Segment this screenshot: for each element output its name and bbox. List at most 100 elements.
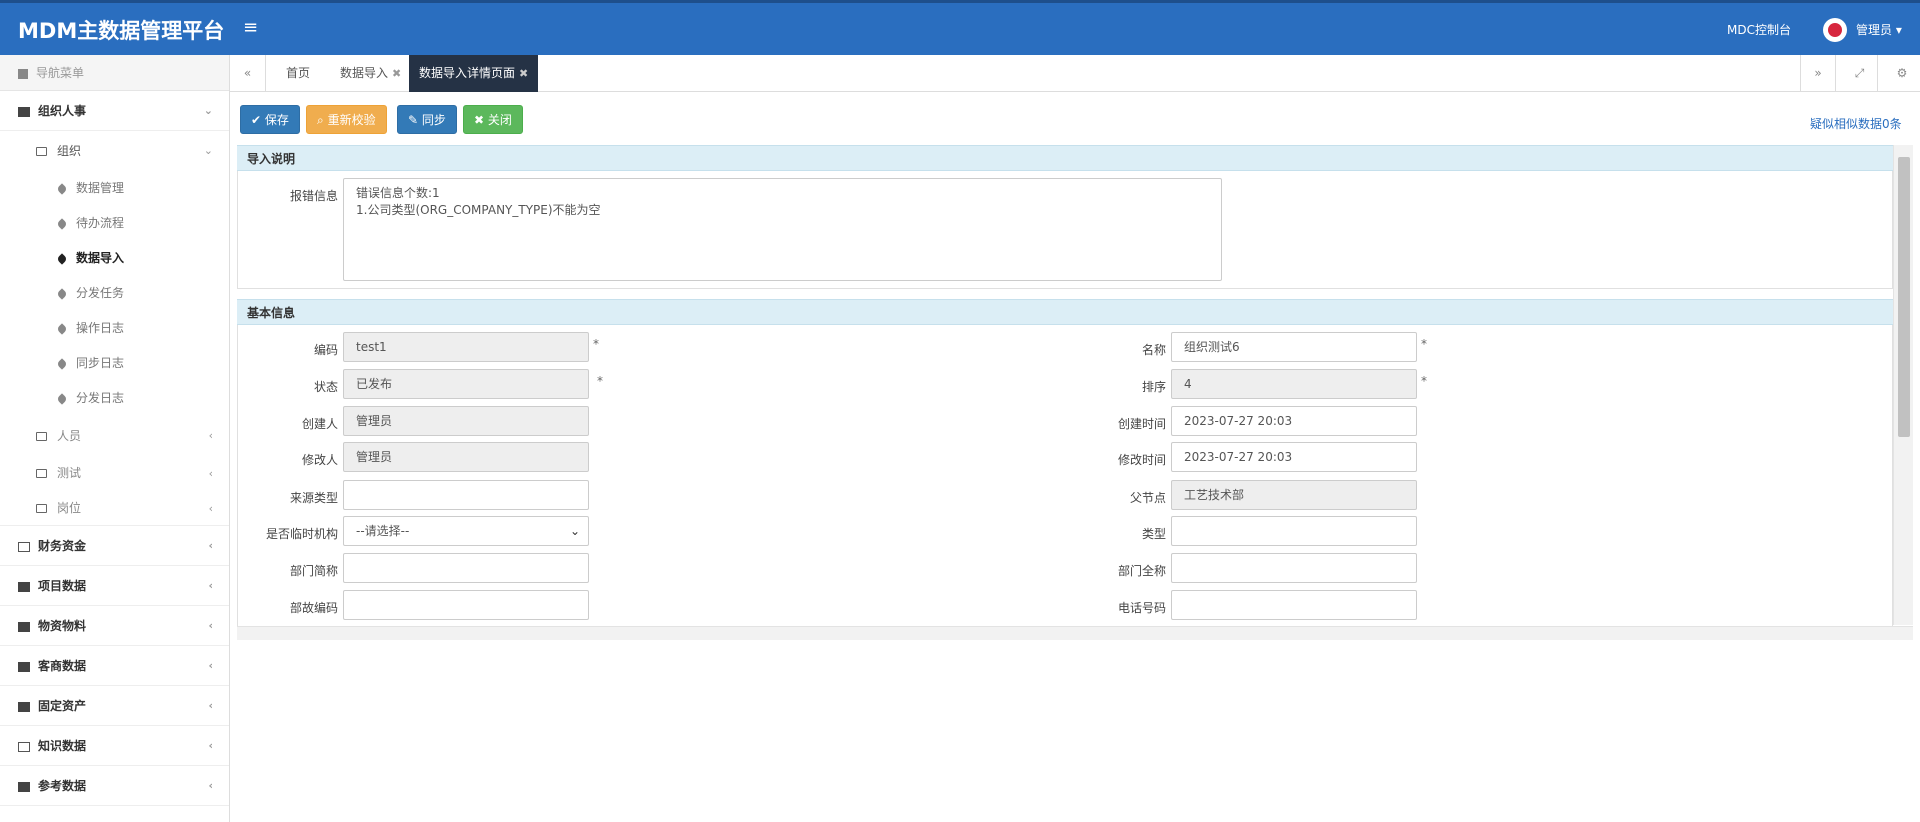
close-button[interactable]: ✖ 关闭	[463, 105, 523, 134]
edit-icon: ✎	[408, 113, 419, 127]
mdc-console-link[interactable]: MDC控制台	[1727, 21, 1791, 38]
name-field[interactable]: 组织测试6	[1171, 332, 1417, 362]
parent-node-label: 父节点	[1129, 491, 1166, 505]
sidebar-item-dispatch-task[interactable]: 分发任务	[0, 276, 229, 311]
user-avatar[interactable]	[1823, 18, 1847, 42]
leaf-icon	[56, 392, 68, 405]
horizontal-scrollbar[interactable]	[237, 626, 1913, 640]
tab-scroll-right-button[interactable]: »	[1800, 55, 1836, 92]
dept-short-name-field[interactable]	[343, 553, 589, 583]
app-brand: MDM主数据管理平台	[18, 19, 225, 43]
sidebar-group-org-personnel[interactable]: 组织人事 ⌄	[0, 91, 229, 131]
leaf-icon	[56, 357, 68, 370]
chevron-down-icon: ⌄	[203, 104, 213, 117]
sidebar-sub-test[interactable]: 测试 ‹	[0, 456, 229, 491]
sidebar-group-project[interactable]: 项目数据 ‹	[0, 566, 229, 606]
fullscreen-icon[interactable]: ⤢	[1842, 55, 1878, 92]
save-button[interactable]: ✔ 保存	[240, 105, 300, 134]
sidebar-item-data-management[interactable]: 数据管理	[0, 171, 229, 206]
code-label: 编码	[313, 343, 338, 357]
folder-icon	[36, 504, 47, 513]
sort-label: 排序	[1141, 380, 1166, 394]
leaf-icon	[56, 287, 68, 300]
error-info-textarea[interactable]: 错误信息个数:1 1.公司类型(ORG_COMPANY_TYPE)不能为空	[343, 178, 1222, 281]
dept-code-label: 部故编码	[289, 601, 338, 615]
sidebar-group-reference[interactable]: 参考数据 ‹	[0, 766, 229, 806]
modified-time-field[interactable]: 2023-07-27 20:03	[1171, 442, 1417, 472]
chevron-left-icon: ‹	[208, 779, 213, 792]
vertical-scrollbar[interactable]	[1893, 145, 1913, 625]
sidebar-sub-personnel[interactable]: 人员 ‹	[0, 416, 229, 456]
sidebar-item-data-import[interactable]: 数据导入	[0, 241, 229, 276]
scrollbar-thumb[interactable]	[1898, 157, 1910, 437]
user-menu[interactable]: 管理员 ▾	[1856, 21, 1902, 38]
tab-home[interactable]: 首页	[276, 55, 320, 92]
sync-button[interactable]: ✎ 同步	[397, 105, 457, 134]
grid-icon	[18, 68, 28, 79]
required-mark: *	[1421, 337, 1427, 351]
creator-label: 创建人	[301, 417, 338, 431]
sidebar-item-operation-log[interactable]: 操作日志	[0, 311, 229, 346]
tab-data-import-detail[interactable]: 数据导入详情页面 ✖	[409, 55, 539, 92]
sidebar-item-pending-flow[interactable]: 待办流程	[0, 206, 229, 241]
source-type-field[interactable]	[343, 480, 589, 510]
parent-node-field[interactable]: 工艺技术部	[1171, 480, 1417, 510]
sidebar-title: 导航菜单	[0, 55, 229, 91]
chevron-left-icon: ‹	[208, 539, 213, 552]
required-mark: *	[597, 374, 603, 388]
code-field[interactable]: test1	[343, 332, 589, 362]
error-line: 1.公司类型(ORG_COMPANY_TYPE)不能为空	[356, 203, 601, 217]
error-line: 错误信息个数:1	[356, 186, 440, 200]
top-header: MDM主数据管理平台 ≡ MDC控制台 管理员 ▾	[0, 0, 1920, 55]
similar-data-link[interactable]: 疑似相似数据0条	[1810, 115, 1902, 132]
search-icon: ⌕	[317, 113, 324, 127]
dept-code-field[interactable]	[343, 590, 589, 620]
tab-data-import[interactable]: 数据导入 ✖	[330, 55, 411, 92]
calculator-icon	[18, 701, 30, 712]
sidebar-item-dispatch-log[interactable]: 分发日志	[0, 381, 229, 416]
leaf-icon	[56, 217, 68, 230]
type-label: 类型	[1141, 527, 1166, 541]
sidebar-group-materials[interactable]: 物资物料 ‹	[0, 606, 229, 646]
dept-full-name-field[interactable]	[1171, 553, 1417, 583]
name-label: 名称	[1141, 343, 1166, 357]
sidebar-sub-org[interactable]: 组织 ⌄	[0, 131, 229, 171]
type-field[interactable]	[1171, 516, 1417, 546]
close-icon[interactable]: ✖	[519, 67, 528, 80]
sidebar-group-fixed-assets[interactable]: 固定资产 ‹	[0, 686, 229, 726]
tab-bar: « 首页 数据导入 ✖ 数据导入详情页面 ✖ » ⤢ ⚙	[230, 55, 1920, 92]
creator-field[interactable]: 管理员	[343, 406, 589, 436]
tab-scroll-left-button[interactable]: «	[230, 55, 266, 92]
credit-card-icon	[18, 541, 30, 552]
sidebar-group-knowledge[interactable]: 知识数据 ‹	[0, 726, 229, 766]
error-info-label: 报错信息	[289, 189, 338, 203]
sitemap-icon	[18, 581, 30, 592]
hamburger-icon[interactable]: ≡	[243, 17, 258, 38]
gear-icon[interactable]: ⚙	[1884, 55, 1920, 92]
sidebar-group-merchants[interactable]: 客商数据 ‹	[0, 646, 229, 686]
temp-org-label: 是否临时机构	[265, 527, 338, 541]
close-icon[interactable]: ✖	[392, 67, 401, 80]
avatar-icon	[1828, 23, 1842, 37]
sidebar-item-sync-log[interactable]: 同步日志	[0, 346, 229, 381]
leaf-icon	[56, 182, 68, 195]
chevron-left-icon: ‹	[208, 619, 213, 632]
sidebar-sub-position[interactable]: 岗位 ‹	[0, 491, 229, 526]
chevron-left-icon: ‹	[208, 467, 213, 480]
created-time-field[interactable]: 2023-07-27 20:03	[1171, 406, 1417, 436]
temp-org-select[interactable]: --请选择-- ⌄	[343, 516, 589, 546]
modified-time-label: 修改时间	[1117, 453, 1166, 467]
chevron-down-icon: ⌄	[569, 524, 580, 538]
folder-icon	[36, 147, 47, 156]
file-icon	[18, 741, 30, 752]
sort-field[interactable]: 4	[1171, 369, 1417, 399]
recheck-button[interactable]: ⌕ 重新校验	[306, 105, 387, 134]
sidebar-group-finance[interactable]: 财务资金 ‹	[0, 526, 229, 566]
chevron-left-icon: ‹	[208, 502, 213, 515]
modifier-field[interactable]: 管理员	[343, 442, 589, 472]
phone-field[interactable]	[1171, 590, 1417, 620]
dept-short-name-label: 部门简称	[289, 564, 338, 578]
list-icon	[18, 781, 30, 792]
status-field[interactable]: 已发布	[343, 369, 589, 399]
briefcase-icon	[18, 661, 30, 672]
